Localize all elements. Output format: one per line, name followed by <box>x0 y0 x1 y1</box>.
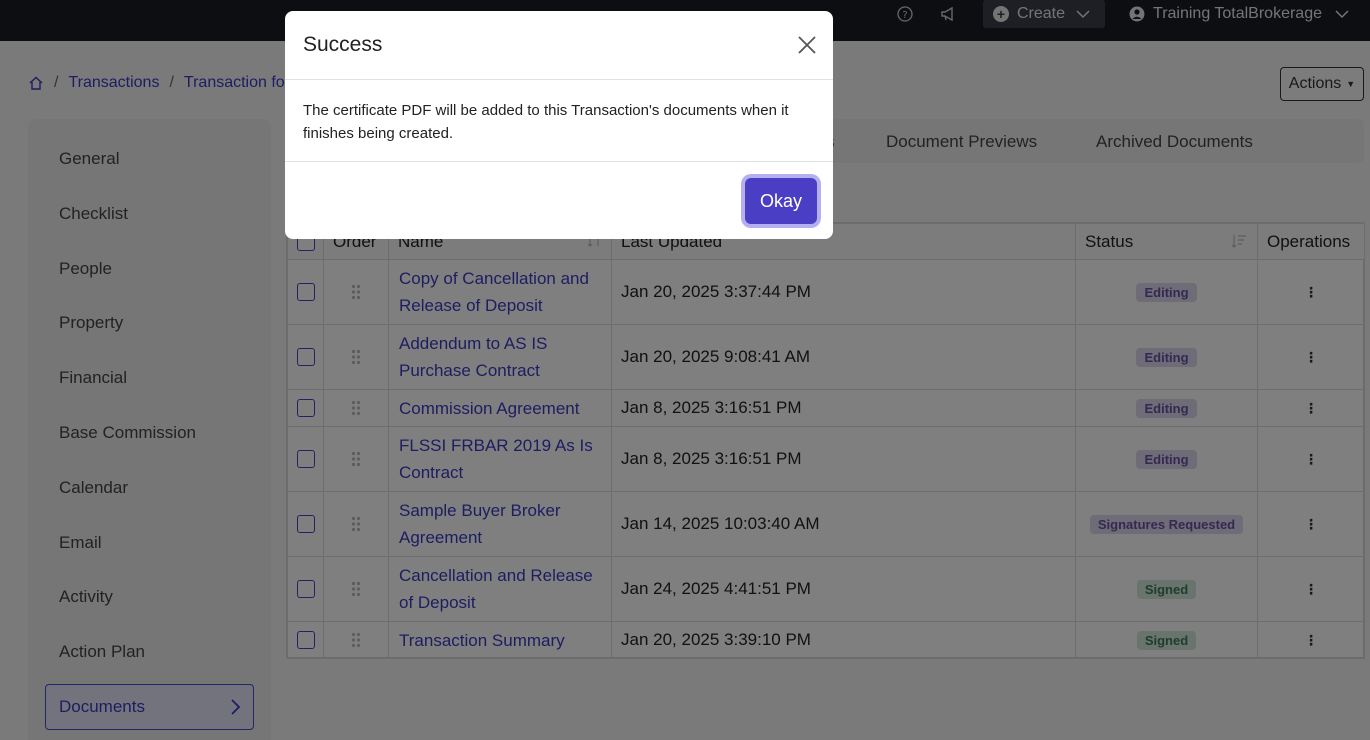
close-icon[interactable] <box>797 35 817 55</box>
modal-footer: Okay <box>285 162 833 239</box>
modal-body: The certificate PDF will be added to thi… <box>285 80 833 162</box>
modal-title: Success <box>303 33 383 56</box>
okay-button[interactable]: Okay <box>745 178 817 224</box>
success-modal: Success The certificate PDF will be adde… <box>285 11 833 239</box>
modal-header: Success <box>285 11 833 80</box>
modal-message: The certificate PDF will be added to thi… <box>303 102 789 142</box>
